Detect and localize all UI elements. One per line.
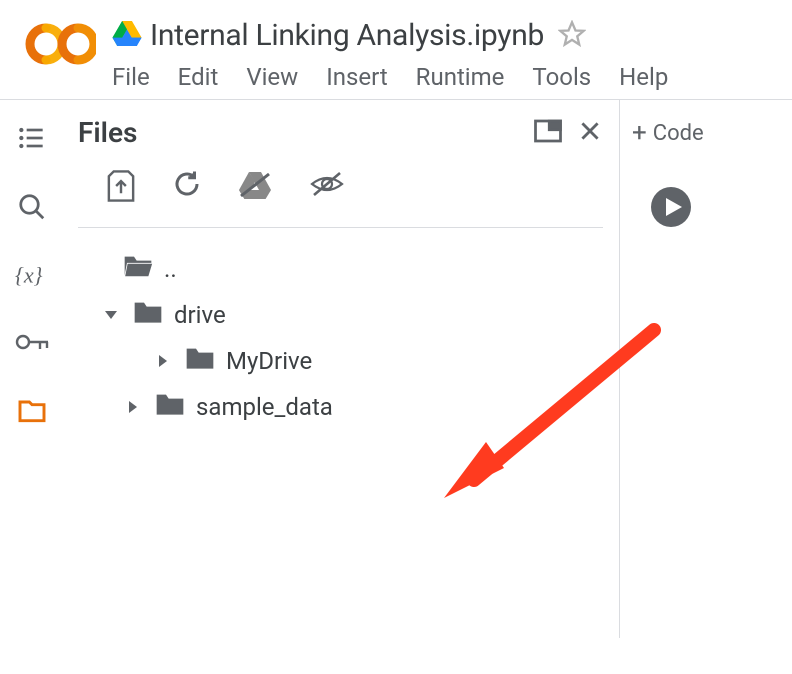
folder-icon (154, 390, 186, 424)
tree-sampledata-item[interactable]: sample_data (78, 384, 609, 430)
star-icon[interactable] (558, 20, 586, 52)
search-icon[interactable] (17, 192, 47, 226)
files-panel: Files (64, 100, 620, 638)
topbar: Internal Linking Analysis.ipynb File Edi… (0, 0, 792, 100)
tree-mydrive-item[interactable]: MyDrive (78, 338, 609, 384)
menu-insert[interactable]: Insert (326, 63, 387, 91)
run-cell-button[interactable] (650, 186, 792, 232)
chevron-right-icon[interactable] (122, 399, 144, 415)
files-tab-icon[interactable] (16, 394, 48, 430)
tree-parent-item[interactable]: .. (78, 246, 609, 292)
menu-view[interactable]: View (246, 63, 298, 91)
panel-title: Files (78, 116, 137, 149)
folder-open-icon (122, 252, 154, 286)
secrets-icon[interactable] (14, 328, 50, 360)
menu-help[interactable]: Help (619, 63, 668, 91)
folder-icon (184, 344, 216, 378)
menu-edit[interactable]: Edit (178, 63, 219, 91)
upload-icon[interactable] (106, 169, 136, 207)
table-of-contents-icon[interactable] (16, 122, 48, 158)
main: {x} Files (0, 100, 792, 638)
folder-label: drive (174, 301, 226, 329)
folder-icon (132, 298, 164, 332)
folder-label: .. (164, 255, 177, 283)
left-rail: {x} (0, 100, 64, 638)
file-tree: .. drive (72, 228, 609, 430)
menubar: File Edit View Insert Runtime Tools Help (112, 63, 776, 91)
folder-label: MyDrive (226, 347, 312, 375)
add-code-button[interactable]: + Code (632, 118, 792, 148)
close-icon[interactable] (577, 118, 603, 148)
title-area: Internal Linking Analysis.ipynb File Edi… (112, 18, 776, 91)
files-toolbar (78, 153, 603, 228)
tree-drive-item[interactable]: drive (78, 292, 609, 338)
plus-icon: + (632, 118, 647, 148)
menu-tools[interactable]: Tools (532, 63, 591, 91)
svg-text:{x}: {x} (15, 263, 43, 288)
menu-file[interactable]: File (112, 63, 150, 91)
notebook-title[interactable]: Internal Linking Analysis.ipynb (150, 18, 544, 53)
colab-logo-icon (24, 22, 96, 70)
folder-label: sample_data (196, 393, 333, 421)
mount-drive-icon[interactable] (238, 169, 272, 207)
add-code-label: Code (653, 121, 704, 146)
chevron-down-icon[interactable] (100, 309, 122, 321)
google-drive-icon (112, 21, 142, 51)
toggle-hidden-icon[interactable] (308, 169, 346, 207)
variables-icon[interactable]: {x} (15, 260, 49, 294)
refresh-icon[interactable] (172, 169, 202, 207)
notebook-area: + Code (620, 100, 792, 638)
menu-runtime[interactable]: Runtime (416, 63, 505, 91)
popout-icon[interactable] (533, 118, 563, 148)
chevron-right-icon[interactable] (152, 353, 174, 369)
